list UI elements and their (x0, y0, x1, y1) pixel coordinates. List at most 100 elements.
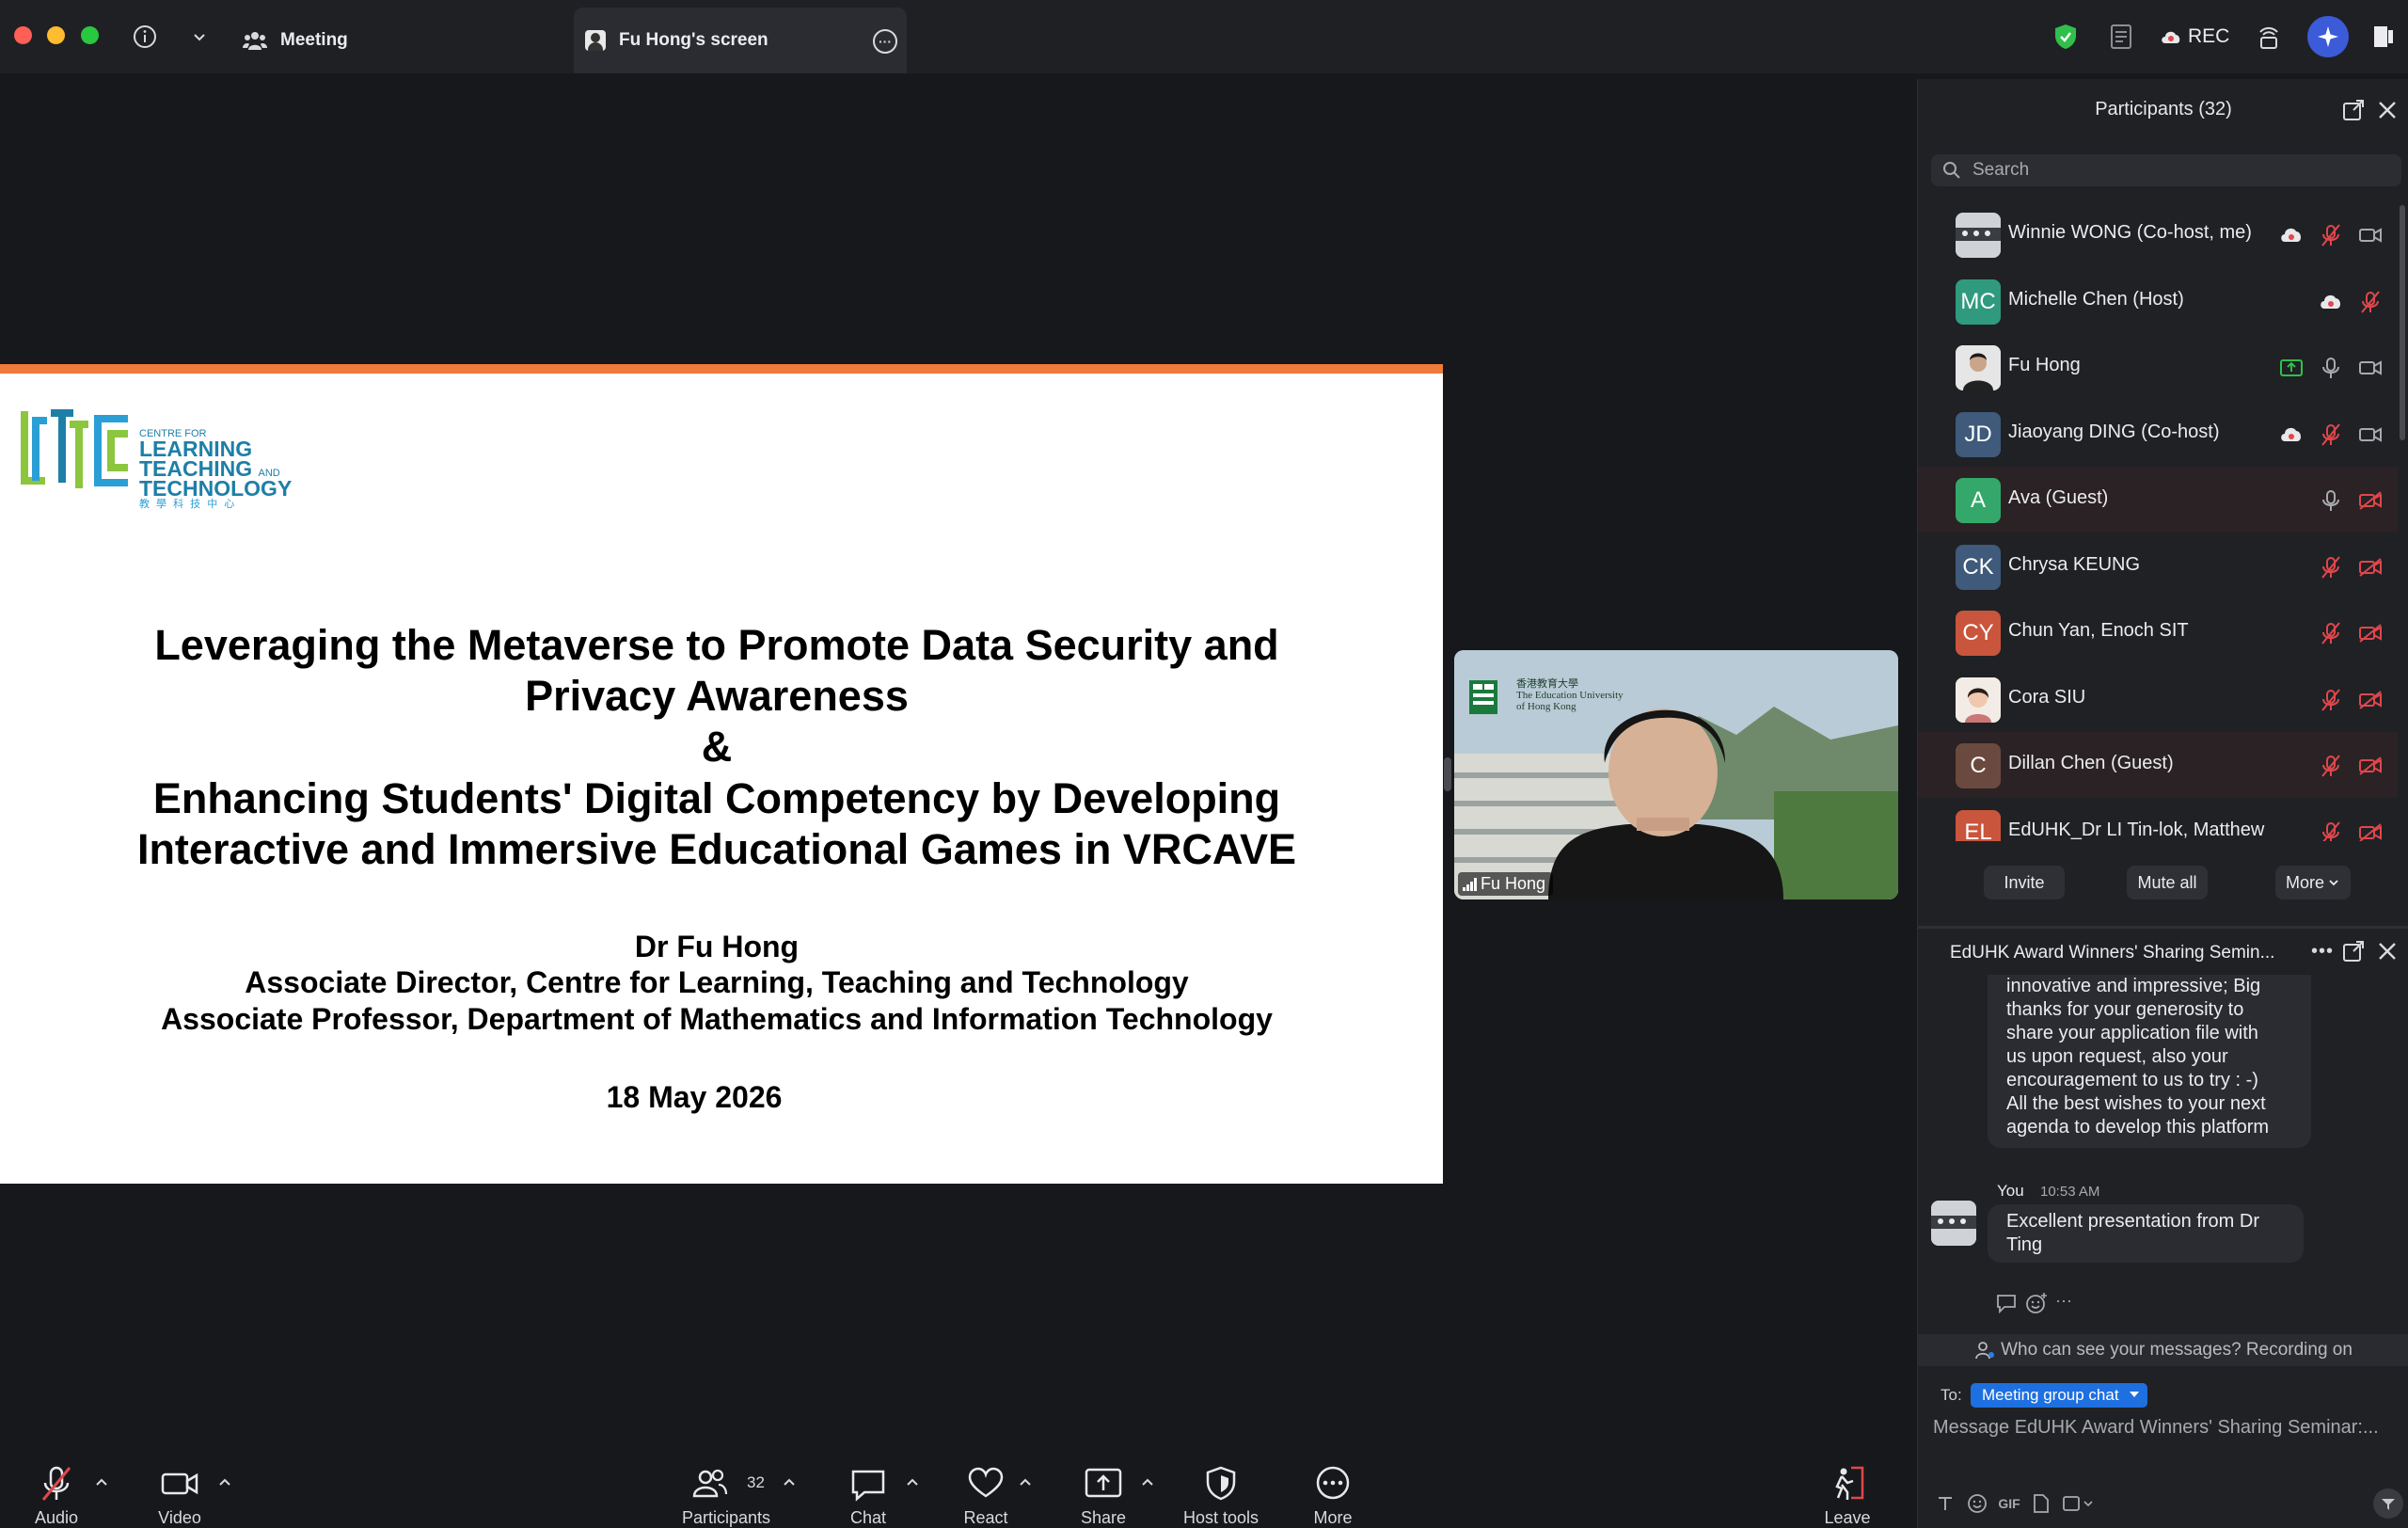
close-icon[interactable] (2375, 98, 2400, 122)
participant-row[interactable]: C Dillan Chen (Guest) (1918, 732, 2398, 798)
react-options-caret[interactable] (1016, 1473, 1035, 1492)
participants-options-caret[interactable] (780, 1473, 799, 1492)
microphone-icon[interactable] (2319, 356, 2343, 380)
muted-microphone-icon[interactable] (2319, 555, 2343, 580)
text-format-icon[interactable] (1933, 1491, 1957, 1516)
avatar: MC (1956, 279, 2001, 325)
chat-close-icon[interactable] (2375, 939, 2400, 963)
video-off-icon[interactable] (2358, 621, 2383, 645)
pop-out-icon[interactable] (2341, 98, 2366, 122)
host-tools-button[interactable]: Host tools (1164, 1456, 1277, 1528)
encryption-shield-icon[interactable] (2049, 20, 2083, 54)
cloud-record-icon[interactable] (2279, 223, 2304, 247)
participant-list-scrollbar[interactable] (2400, 205, 2405, 440)
participants-more-button[interactable]: More (2275, 866, 2351, 899)
tab-meeting[interactable]: Meeting (235, 8, 574, 73)
video-tile-fu-hong[interactable]: 香港教育大學 The Education University of Hong … (1454, 650, 1898, 899)
chat-message-mine[interactable]: Excellent presentation from Dr Ting (1988, 1204, 2304, 1263)
minimize-window-button[interactable] (47, 26, 65, 44)
more-dots-icon (1316, 1466, 1350, 1500)
ai-companion-button[interactable] (2307, 16, 2349, 57)
recording-indicator[interactable]: REC (2160, 20, 2235, 54)
participants-button[interactable]: 32 Participants (670, 1456, 783, 1528)
more-button[interactable]: More (1276, 1456, 1389, 1528)
video-off-icon[interactable] (2358, 555, 2383, 580)
video-options-caret[interactable] (215, 1473, 234, 1492)
muted-microphone-icon[interactable] (2319, 688, 2343, 712)
leave-door-icon[interactable] (2367, 20, 2400, 54)
emoji-icon[interactable] (1965, 1491, 1989, 1516)
participant-row[interactable]: JD Jiaoyang DING (Co-host) (1918, 401, 2398, 467)
file-icon[interactable] (2029, 1491, 2053, 1516)
audio-button[interactable]: Audio (0, 1456, 113, 1528)
video-camera-icon[interactable] (2358, 356, 2383, 380)
tab-shared-screen[interactable]: Fu Hong's screen ··· (574, 8, 907, 73)
chat-pop-out-icon[interactable] (2341, 939, 2366, 963)
leave-button[interactable]: Leave (1791, 1456, 1904, 1528)
participant-row[interactable]: MC Michelle Chen (Host) (1918, 268, 2398, 334)
react-button[interactable]: React (929, 1456, 1042, 1528)
chat-message-previous[interactable]: innovative and impressive; Big thanks fo… (1988, 975, 2311, 1148)
message-more-icon[interactable]: ··· (2055, 1291, 2072, 1311)
more-options-icon[interactable]: ··· (873, 29, 897, 54)
slide-title-line-4: Enhancing Students' Digital Competency b… (152, 774, 1281, 822)
chat-bubble-icon (851, 1470, 885, 1502)
participant-row[interactable]: CY Chun Yan, Enoch SIT (1918, 599, 2398, 665)
video-camera-icon[interactable] (2358, 422, 2383, 447)
chat-privacy-banner[interactable]: Who can see your messages? Recording on (1918, 1334, 2408, 1366)
chat-button[interactable]: Chat (812, 1456, 925, 1528)
invite-button[interactable]: Invite (1984, 866, 2065, 899)
muted-microphone-icon[interactable] (2319, 422, 2343, 447)
chevron-down-icon[interactable] (182, 20, 216, 54)
chat-timestamp: 10:53 AM (2040, 1184, 2100, 1200)
close-window-button[interactable] (14, 26, 32, 44)
zoom-window-button[interactable] (81, 26, 99, 44)
logo-wordmark: CENTRE FOR LEARNING TEACHING AND TECHNOL… (139, 428, 293, 510)
chat-recipient-select[interactable]: Meeting group chat (1971, 1383, 2147, 1408)
my-chat-avatar (1931, 1201, 1976, 1246)
add-reaction-icon[interactable] (2025, 1292, 2048, 1314)
participant-search-input[interactable]: Search (1931, 154, 2401, 186)
microphone-icon[interactable] (2319, 488, 2343, 513)
notes-icon[interactable] (2105, 20, 2139, 54)
panel-divider[interactable] (1918, 926, 2408, 929)
cloud-record-icon[interactable] (2279, 422, 2304, 447)
muted-microphone-icon[interactable] (2319, 223, 2343, 247)
reply-icon[interactable] (1995, 1293, 2018, 1313)
chat-message-input[interactable]: Message EdUHK Award Winners' Sharing Sem… (1933, 1417, 2403, 1439)
video-off-icon[interactable] (2358, 688, 2383, 712)
participant-row[interactable]: Cora SIU (1918, 666, 2398, 732)
video-off-icon[interactable] (2358, 820, 2383, 841)
muted-microphone-icon[interactable] (2319, 621, 2343, 645)
video-button[interactable]: Video (123, 1456, 236, 1528)
mute-all-button[interactable]: Mute all (2127, 866, 2208, 899)
share-button[interactable]: Share (1047, 1456, 1160, 1528)
participant-row[interactable]: A Ava (Guest) (1918, 467, 2398, 533)
gif-icon[interactable]: GIF (1997, 1491, 2021, 1516)
institution-sign: 香港教育大學 The Education University of Hong … (1516, 678, 1624, 712)
muted-microphone-icon[interactable] (2319, 754, 2343, 778)
muted-microphone-icon[interactable] (2319, 820, 2343, 841)
screen-sharing-icon[interactable] (2279, 356, 2304, 380)
muted-microphone-icon[interactable] (2358, 290, 2383, 314)
screenshot-icon[interactable] (2059, 1491, 2097, 1516)
video-camera-icon[interactable] (2358, 223, 2383, 247)
chat-options-icon[interactable]: ••• (2311, 941, 2336, 965)
participant-row[interactable]: Fu Hong (1918, 334, 2398, 400)
participant-name: Chrysa KEUNG (2008, 553, 2141, 575)
send-button[interactable] (2373, 1488, 2403, 1519)
avatar: JD (1956, 411, 2001, 457)
video-off-icon[interactable] (2358, 754, 2383, 778)
slide-title-line-1: Leveraging the Metaverse to Promote Data… (154, 621, 1279, 669)
video-off-icon[interactable] (2358, 488, 2383, 513)
live-transcript-icon[interactable] (2252, 20, 2286, 54)
chat-options-caret[interactable] (903, 1473, 922, 1492)
cloud-record-icon[interactable] (2319, 290, 2343, 314)
participant-row[interactable]: CK Chrysa KEUNG (1918, 533, 2398, 599)
participant-row[interactable]: Winnie WONG (Co-host, me) (1918, 201, 2398, 267)
participant-row[interactable]: EL EdUHK_Dr LI Tin-lok, Matthew (1918, 799, 2398, 841)
audio-options-caret[interactable] (92, 1473, 111, 1492)
meeting-info-icon[interactable] (128, 20, 162, 54)
share-options-caret[interactable] (1138, 1473, 1157, 1492)
splitter-handle[interactable] (1444, 757, 1451, 791)
